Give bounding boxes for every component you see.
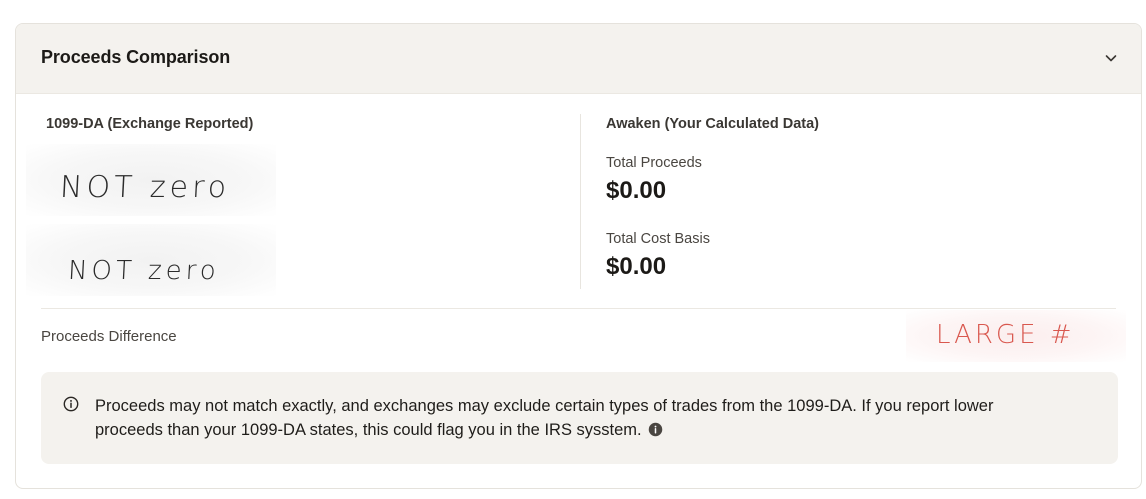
handwritten-difference-note: LARGE # [936, 320, 1075, 350]
calculated-data-title: Awaken (Your Calculated Data) [606, 116, 819, 132]
notice-text-block: Proceeds may not match exactly, and exch… [95, 394, 1065, 442]
info-circle-icon [63, 396, 79, 412]
proceeds-notice-banner: Proceeds may not match exactly, and exch… [41, 372, 1118, 464]
total-proceeds-value: $0.00 [606, 177, 667, 204]
total-cost-basis-value: $0.00 [606, 253, 667, 280]
column-divider [580, 114, 581, 289]
section-divider [41, 308, 1116, 309]
exchange-reported-title: 1099-DA (Exchange Reported) [46, 116, 254, 132]
handwritten-proceeds-note: NOT zero [59, 170, 232, 205]
card-header-toggle[interactable]: Proceeds Comparison [16, 24, 1141, 94]
chevron-down-icon[interactable] [1103, 50, 1119, 66]
card-title: Proceeds Comparison [41, 47, 231, 67]
info-filled-icon[interactable] [648, 422, 663, 437]
total-proceeds-label: Total Proceeds [606, 155, 702, 171]
proceeds-difference-label: Proceeds Difference [41, 328, 177, 345]
proceeds-comparison-card: Proceeds Comparison 1099-DA (Exchange Re… [15, 23, 1142, 489]
total-cost-basis-label: Total Cost Basis [606, 231, 710, 247]
handwritten-cost-basis-note: NOT zero [67, 256, 221, 286]
notice-text: Proceeds may not match exactly, and exch… [95, 397, 994, 439]
